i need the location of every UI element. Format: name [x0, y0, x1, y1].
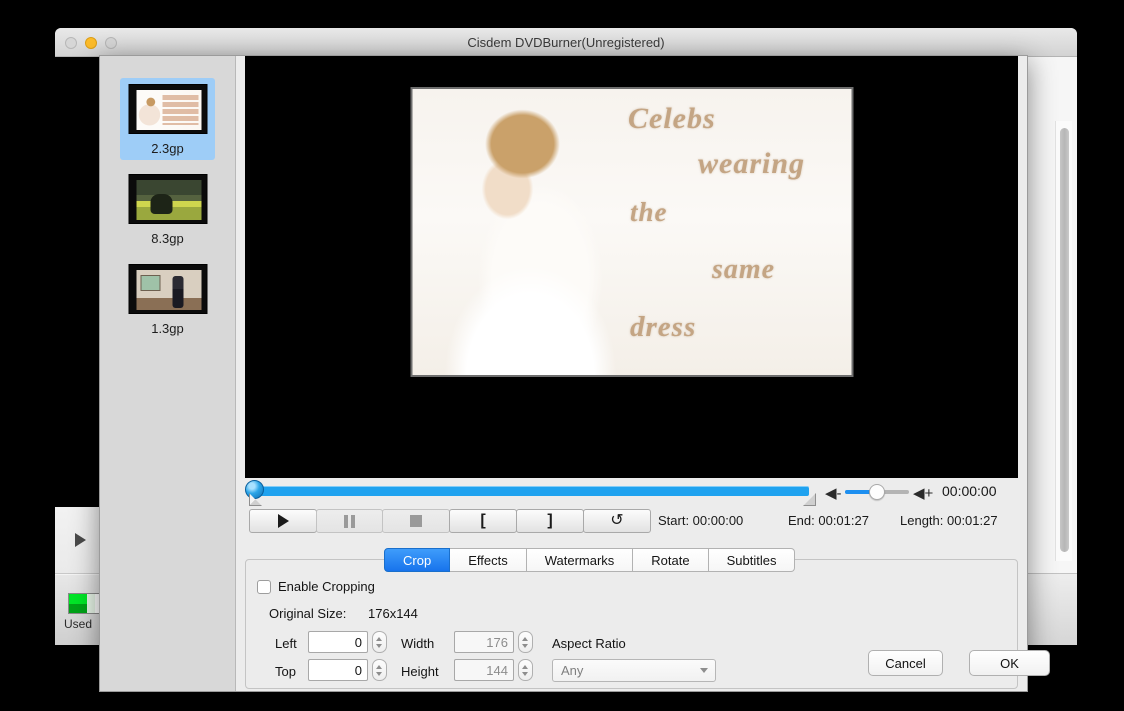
video-photo-dress	[440, 225, 620, 375]
enable-cropping-checkbox[interactable]	[257, 580, 271, 594]
reset-loop-icon: ↺	[610, 512, 624, 529]
pause-button[interactable]	[316, 509, 383, 533]
end-time-label: End: 00:01:27	[788, 513, 869, 528]
tab-effects[interactable]: Effects	[450, 548, 527, 572]
length-time-label: Length: 00:01:27	[900, 513, 998, 528]
left-input[interactable]: 0	[308, 631, 368, 653]
bracket-right-icon: ]	[547, 512, 553, 529]
pause-icon	[344, 514, 355, 528]
ok-button[interactable]: OK	[969, 650, 1050, 676]
dialog-main-area: Celebs wearing the same dress ◀- ◀+ 00:0…	[236, 56, 1050, 691]
play-icon	[75, 533, 86, 547]
width-stepper[interactable]	[518, 631, 533, 653]
left-stepper[interactable]	[372, 631, 387, 653]
thumbnail-item-0[interactable]: 2.3gp	[120, 78, 215, 160]
mark-out-button[interactable]: ]	[516, 509, 584, 533]
video-caption-line-0: Celebs	[628, 102, 716, 135]
thumbnail-sidebar: 2.3gp 8.3gp 1.3gp	[100, 56, 236, 691]
cancel-button[interactable]: Cancel	[868, 650, 943, 676]
width-label: Width	[401, 636, 435, 651]
video-caption-line-3: same	[712, 254, 776, 285]
left-label: Left	[275, 636, 297, 651]
height-input[interactable]: 144	[454, 659, 514, 681]
video-preview-frame[interactable]: Celebs wearing the same dress	[410, 87, 853, 377]
height-stepper[interactable]	[518, 659, 533, 681]
volume-slider-knob[interactable]	[869, 484, 885, 500]
top-input[interactable]: 0	[308, 659, 368, 681]
tab-subtitles[interactable]: Subtitles	[708, 548, 796, 572]
video-preview-stage: Celebs wearing the same dress	[245, 56, 1018, 478]
top-label: Top	[275, 664, 296, 679]
video-caption-line-1: wearing	[698, 147, 806, 180]
video-caption-line-4: dress	[630, 311, 697, 343]
seek-playhead[interactable]	[245, 480, 264, 499]
original-size-label: Original Size:	[269, 606, 347, 621]
play-button[interactable]	[249, 509, 317, 533]
scrollbar-thumb[interactable]	[1060, 128, 1069, 552]
chevron-down-icon	[700, 668, 708, 673]
height-label: Height	[401, 664, 439, 679]
video-caption-line-2: the	[630, 197, 668, 227]
vertical-scrollbar[interactable]	[1055, 121, 1072, 561]
enable-cropping-label: Enable Cropping	[278, 579, 375, 594]
thumbnail-label-2: 1.3gp	[151, 321, 184, 336]
aspect-ratio-select[interactable]: Any	[552, 659, 716, 682]
window-title: Cisdem DVDBurner(Unregistered)	[467, 35, 665, 50]
volume-up-icon[interactable]: ◀+	[913, 484, 933, 502]
thumbnail-item-1[interactable]: 8.3gp	[120, 168, 215, 250]
current-time-display: 00:00:00	[942, 483, 997, 499]
editor-tabbar: Crop Effects Watermarks Rotate Subtitles	[384, 548, 796, 572]
start-time-label: Start: 00:00:00	[658, 513, 744, 528]
thumbnail-image-2	[128, 264, 207, 314]
tab-rotate[interactable]: Rotate	[633, 548, 709, 572]
aspect-ratio-label: Aspect Ratio	[552, 636, 626, 651]
width-input[interactable]: 176	[454, 631, 514, 653]
thumbnail-image-1	[128, 174, 207, 224]
seek-slider[interactable]	[249, 486, 809, 496]
volume-down-icon[interactable]: ◀-	[825, 484, 842, 502]
thumbnail-item-2[interactable]: 1.3gp	[120, 258, 215, 340]
play-icon	[277, 514, 289, 528]
thumbnail-image-0	[128, 84, 207, 134]
transport-controls: ◀- ◀+ 00:00:00 [] ↺ Start: 00:00:00 End…	[245, 478, 1018, 540]
mark-in-button[interactable]: [	[449, 509, 517, 533]
window-titlebar: Cisdem DVDBurner(Unregistered)	[55, 28, 1077, 57]
thumbnail-label-1: 8.3gp	[151, 231, 184, 246]
top-stepper[interactable]	[372, 659, 387, 681]
video-edit-dialog: 2.3gp 8.3gp 1.3gp Celebs wearing the sam…	[99, 55, 1050, 692]
stop-button[interactable]	[382, 509, 450, 533]
tab-watermarks[interactable]: Watermarks	[526, 548, 634, 572]
reset-button[interactable]: ↺	[583, 509, 651, 533]
bracket-left-icon: [	[480, 512, 486, 529]
thumbnail-label-0: 2.3gp	[151, 141, 184, 156]
aspect-ratio-value: Any	[561, 663, 584, 678]
stop-icon	[410, 515, 422, 527]
tab-crop[interactable]: Crop	[384, 548, 451, 572]
disc-usage-label: Used	[64, 617, 93, 631]
original-size-value: 176x144	[368, 606, 418, 621]
